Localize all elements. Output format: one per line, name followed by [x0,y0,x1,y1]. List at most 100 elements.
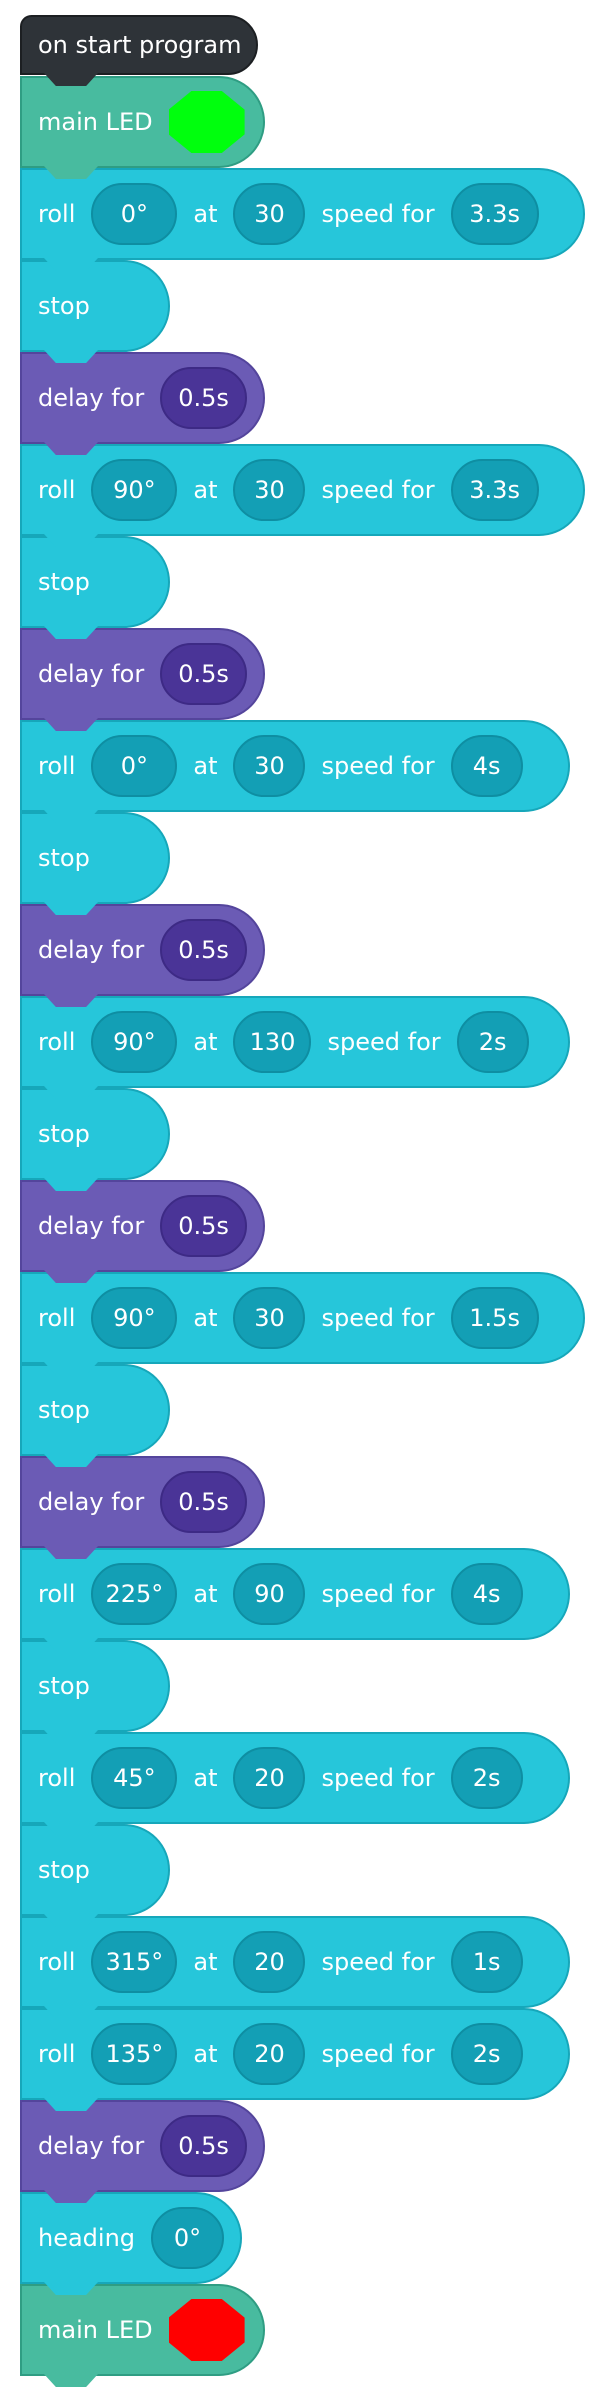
roll-block[interactable]: roll 225° at 90 speed for 4s [20,1548,570,1651]
block-label: roll [38,752,76,780]
roll-block[interactable]: roll 0° at 30 speed for 4s [20,720,570,823]
on-start-program-hat-block[interactable]: on start program [20,15,258,86]
delay-block[interactable]: delay for 0.5s [20,1180,265,1283]
roll-block[interactable]: roll 90° at 130 speed for 2s [20,996,570,1099]
duration-value-input[interactable]: 1.5s [450,1287,539,1349]
block-label: roll [38,1764,76,1792]
roll-block[interactable]: roll 135° at 20 speed for 2s [20,2008,570,2111]
at-label: at [193,476,218,504]
block-label: roll [38,1580,76,1608]
speed-value-input[interactable]: 90 [233,1563,306,1625]
roll-block[interactable]: roll 90° at 30 speed for 1.5s [20,1272,585,1375]
stop-block[interactable]: stop [20,812,170,915]
block-label: delay for [38,660,145,688]
speed-value-input[interactable]: 20 [233,1931,306,1993]
delay-duration-input[interactable]: 0.5s [160,643,247,705]
stop-block[interactable]: stop [20,1824,170,1927]
at-label: at [193,1948,218,1976]
block-label: delay for [38,384,145,412]
main-led-color-swatch-icon[interactable] [168,91,245,153]
block-label: delay for [38,1488,145,1516]
heading-value-input[interactable]: 90° [91,459,178,521]
block-label: stop [38,1120,90,1148]
stop-block[interactable]: stop [20,1088,170,1191]
program-block-stack: on start program main LED roll 0° at 30 speed … [0,0,605,2406]
stop-block[interactable]: stop [20,1640,170,1743]
speed-value-input[interactable]: 130 [233,1011,312,1073]
heading-value-input[interactable]: 0° [91,183,178,245]
heading-value-input[interactable]: 315° [91,1931,178,1993]
stop-block[interactable]: stop [20,260,170,363]
heading-value-input[interactable]: 90° [91,1011,178,1073]
speed-for-label: speed for [321,1948,435,1976]
at-label: at [193,200,218,228]
speed-for-label: speed for [321,752,435,780]
delay-duration-input[interactable]: 0.5s [160,1471,247,1533]
block-label: heading [38,2224,136,2252]
speed-value-input[interactable]: 30 [233,459,306,521]
speed-for-label: speed for [321,1764,435,1792]
duration-value-input[interactable]: 3.3s [450,183,539,245]
delay-block[interactable]: delay for 0.5s [20,628,265,731]
main-led-block[interactable]: main LED [20,76,265,179]
speed-for-label: speed for [321,476,435,504]
block-label: roll [38,1028,76,1056]
stop-block[interactable]: stop [20,536,170,639]
speed-value-input[interactable]: 20 [233,1747,306,1809]
at-label: at [193,1580,218,1608]
delay-duration-input[interactable]: 0.5s [160,919,247,981]
heading-value-input[interactable]: 45° [91,1747,178,1809]
duration-value-input[interactable]: 4s [450,735,523,797]
duration-value-input[interactable]: 2s [450,1747,523,1809]
heading-block[interactable]: heading 0° [20,2192,242,2295]
duration-value-input[interactable]: 2s [450,2023,523,2085]
speed-for-label: speed for [321,1304,435,1332]
delay-block[interactable]: delay for 0.5s [20,904,265,1007]
block-label: main LED [38,108,153,136]
block-label: stop [38,292,90,320]
delay-duration-input[interactable]: 0.5s [160,1195,247,1257]
block-label: roll [38,200,76,228]
block-label: main LED [38,2316,153,2344]
main-led-block[interactable]: main LED [20,2284,265,2387]
speed-value-input[interactable]: 30 [233,1287,306,1349]
at-label: at [193,2040,218,2068]
roll-block[interactable]: roll 0° at 30 speed for 3.3s [20,168,585,271]
stop-block[interactable]: stop [20,1364,170,1467]
block-label: roll [38,476,76,504]
duration-value-input[interactable]: 4s [450,1563,523,1625]
delay-duration-input[interactable]: 0.5s [160,367,247,429]
delay-block[interactable]: delay for 0.5s [20,1456,265,1559]
speed-for-label: speed for [321,2040,435,2068]
delay-block[interactable]: delay for 0.5s [20,2100,265,2203]
block-connector-notch [44,2374,98,2387]
heading-value-input[interactable]: 90° [91,1287,178,1349]
roll-block[interactable]: roll 315° at 20 speed for 1s [20,1916,570,2019]
at-label: at [193,1028,218,1056]
delay-duration-input[interactable]: 0.5s [160,2115,247,2177]
block-label: delay for [38,936,145,964]
block-label: stop [38,568,90,596]
speed-value-input[interactable]: 30 [233,183,306,245]
speed-for-label: speed for [321,1580,435,1608]
roll-block[interactable]: roll 90° at 30 speed for 3.3s [20,444,585,547]
heading-value-input[interactable]: 0° [91,735,178,797]
duration-value-input[interactable]: 1s [450,1931,523,1993]
block-label: roll [38,1304,76,1332]
heading-value-input[interactable]: 225° [91,1563,178,1625]
block-label: delay for [38,2132,145,2160]
duration-value-input[interactable]: 2s [456,1011,529,1073]
heading-value-input[interactable]: 135° [91,2023,178,2085]
at-label: at [193,1764,218,1792]
speed-value-input[interactable]: 20 [233,2023,306,2085]
duration-value-input[interactable]: 3.3s [450,459,539,521]
at-label: at [193,752,218,780]
block-label: stop [38,1396,90,1424]
roll-block[interactable]: roll 45° at 20 speed for 2s [20,1732,570,1835]
speed-value-input[interactable]: 30 [233,735,306,797]
block-label: stop [38,1856,90,1884]
delay-block[interactable]: delay for 0.5s [20,352,265,455]
heading-value-input[interactable]: 0° [151,2207,224,2269]
main-led-color-swatch-icon[interactable] [168,2299,245,2361]
speed-for-label: speed for [327,1028,441,1056]
